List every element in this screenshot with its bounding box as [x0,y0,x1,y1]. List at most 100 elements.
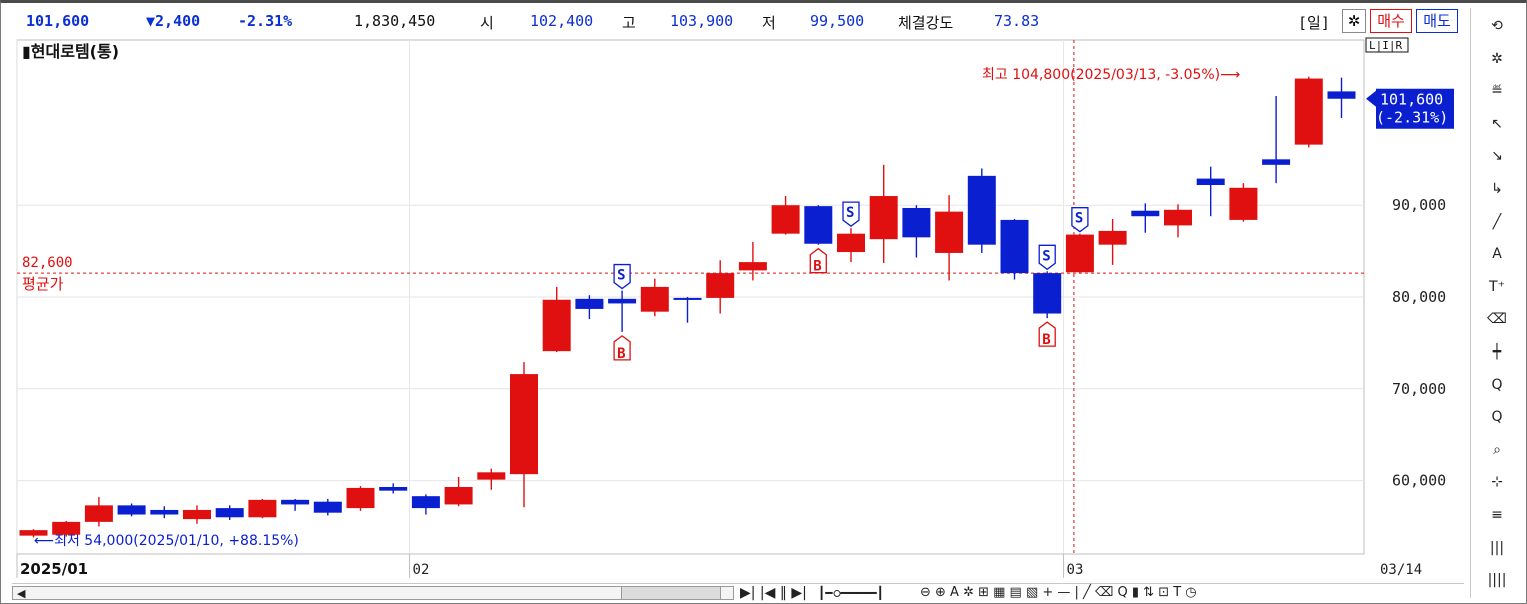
last-price-percent: (-2.31%) [1376,109,1448,127]
candle-body [1065,234,1094,273]
high-price: 103,900 [670,12,734,30]
scale-badge-label: L|I|R [1369,39,1402,52]
pointer-corner-icon[interactable]: ↳ [1485,177,1509,201]
pointer-bar-icon[interactable]: ↘ [1485,144,1509,168]
candle-body [1164,209,1192,226]
y-tick-label: 60,000 [1392,472,1446,490]
sell-signal-label: S [1042,248,1050,264]
pointer-plus-icon[interactable]: ↖ [1485,112,1509,136]
average-price-value: 82,600 [22,255,73,271]
candle-body [804,206,833,244]
candle-body [117,505,146,515]
chart-controls: ◀ ▶| |◀ ‖ ▶| ┃━ഠ━━━━━┃ ⊖ ⊕ A ✲ ⊞ ▦ ▤ ▧ +… [12,583,1464,602]
low-annotation: ⟵최저 54,000(2025/01/10, +88.15%) [34,533,299,549]
bars4-icon[interactable]: |||| [1485,568,1509,592]
candle-body [379,486,408,491]
quote-bar: 101,600 ▼2,400 -2.31% 1,830,450 시 102,40… [10,6,1465,36]
scroll-left-icon[interactable]: ◀ [17,585,25,603]
candle-body [411,496,440,509]
candle-body [1098,230,1127,245]
buy-signal-label: B [1042,332,1050,348]
low-label: 저 [762,14,776,32]
zoom-slider[interactable]: ┃━ഠ━━━━━┃ [818,584,884,602]
strength-label: 체결강도 [898,14,954,32]
high-label: 고 [622,14,636,32]
candle-body [1294,78,1323,145]
scroll-thumb[interactable] [621,587,721,599]
high-annotation: 최고 104,800(2025/03/13, -3.05%)⟶ [982,67,1240,83]
candle-body [477,472,506,480]
buy-signal-label: B [617,346,625,362]
candle-body [738,262,767,271]
chart-icon[interactable]: ≝ [1485,79,1509,103]
candle-body [281,499,310,505]
candle-body [608,298,637,304]
candle-body [183,509,211,520]
zoom-chart-icon[interactable]: ⌕ [1485,438,1509,462]
candle-body [1229,187,1258,220]
strength-value: 73.83 [994,12,1040,30]
candle-body [967,175,996,245]
equal-icon[interactable]: ≡ [1485,503,1509,527]
y-tick-label: 70,000 [1392,380,1446,398]
tool-controls[interactable]: ⊖ ⊕ A ✲ ⊞ ▦ ▤ ▧ + — | ╱ ⌫ Q ▮ ⇅ ⊡ T ◷ [920,584,1197,602]
x-label-month: 02 [413,562,430,578]
candle-body [869,196,898,240]
x-label-year-month: 2025/01 [20,560,88,578]
crosshair-chart-icon[interactable]: ⊹ [1485,470,1509,494]
candle-body [84,505,113,522]
candle-body [706,273,735,298]
candle-body [510,374,538,475]
drawing-toolbar: ⟲ ✲ ≝ ↖ ↘ ↳ ╱ A T⁺ ⌫ ┿ Q Q ⌕ ⊹ ≡ ||| |||| [1470,8,1523,598]
candle-body [1196,178,1225,186]
zoom-in-icon[interactable]: Q [1485,373,1509,397]
change-percent: -2.31% [238,12,293,30]
candle-body [640,286,669,312]
candle-body [902,207,931,238]
auto-line-icon[interactable]: A [1485,242,1509,266]
candle-body [313,501,342,513]
average-price-label: 평균가 [22,275,64,293]
candle-body [542,299,571,352]
sell-signal-label: S [1075,211,1083,227]
candle-body [1327,91,1356,99]
candle-body [215,508,244,518]
bars-icon[interactable]: ||| [1485,536,1509,560]
low-price: 99,500 [810,12,865,30]
candle-body [935,211,964,253]
candle-body [19,530,48,536]
candlestick-chart[interactable]: 60,000 70,000 80,000 90,000 2025/01 02 03 03/14… [0,36,1462,582]
chart-scrollbar[interactable]: ◀ [12,586,734,600]
candle-body [673,297,702,300]
gear-icon[interactable]: ✲ [1485,47,1509,71]
price-change: ▼2,400 [146,12,201,30]
candle-body [575,298,604,309]
sell-button[interactable]: 매도 [1416,9,1458,33]
zoom-list-icon[interactable]: Q [1485,405,1509,429]
candle-body [1262,159,1291,165]
playback-controls[interactable]: ▶| |◀ ‖ ▶| [740,584,807,602]
candle-body [248,499,277,518]
text-icon[interactable]: T⁺ [1485,275,1509,299]
candle-body [444,486,473,505]
settings-gear-icon[interactable]: ✲ [1342,9,1366,33]
current-price: 101,600 [26,12,90,30]
y-tick-label: 90,000 [1392,196,1446,214]
x-label-month: 03 [1067,562,1084,578]
diagonal-line-icon[interactable]: ╱ [1485,210,1509,234]
buy-signal-label: B [813,259,821,275]
period-selector[interactable]: [일] [1298,12,1330,33]
y-tick-label: 80,000 [1392,288,1446,306]
refresh-icon[interactable]: ⟲ [1485,14,1509,38]
candle-body [150,509,179,515]
eraser-icon[interactable]: ⌫ [1485,307,1509,331]
chart-title: ▮현대로템(통) [22,42,119,61]
volume: 1,830,450 [354,12,436,30]
candle-body [52,521,81,535]
sell-signal-label: S [846,205,854,221]
candle-body [1033,273,1062,314]
candle-body [837,233,865,253]
sell-signal-label: S [617,268,625,284]
candle-icon[interactable]: ┿ [1485,340,1509,364]
buy-button[interactable]: 매수 [1370,9,1412,33]
